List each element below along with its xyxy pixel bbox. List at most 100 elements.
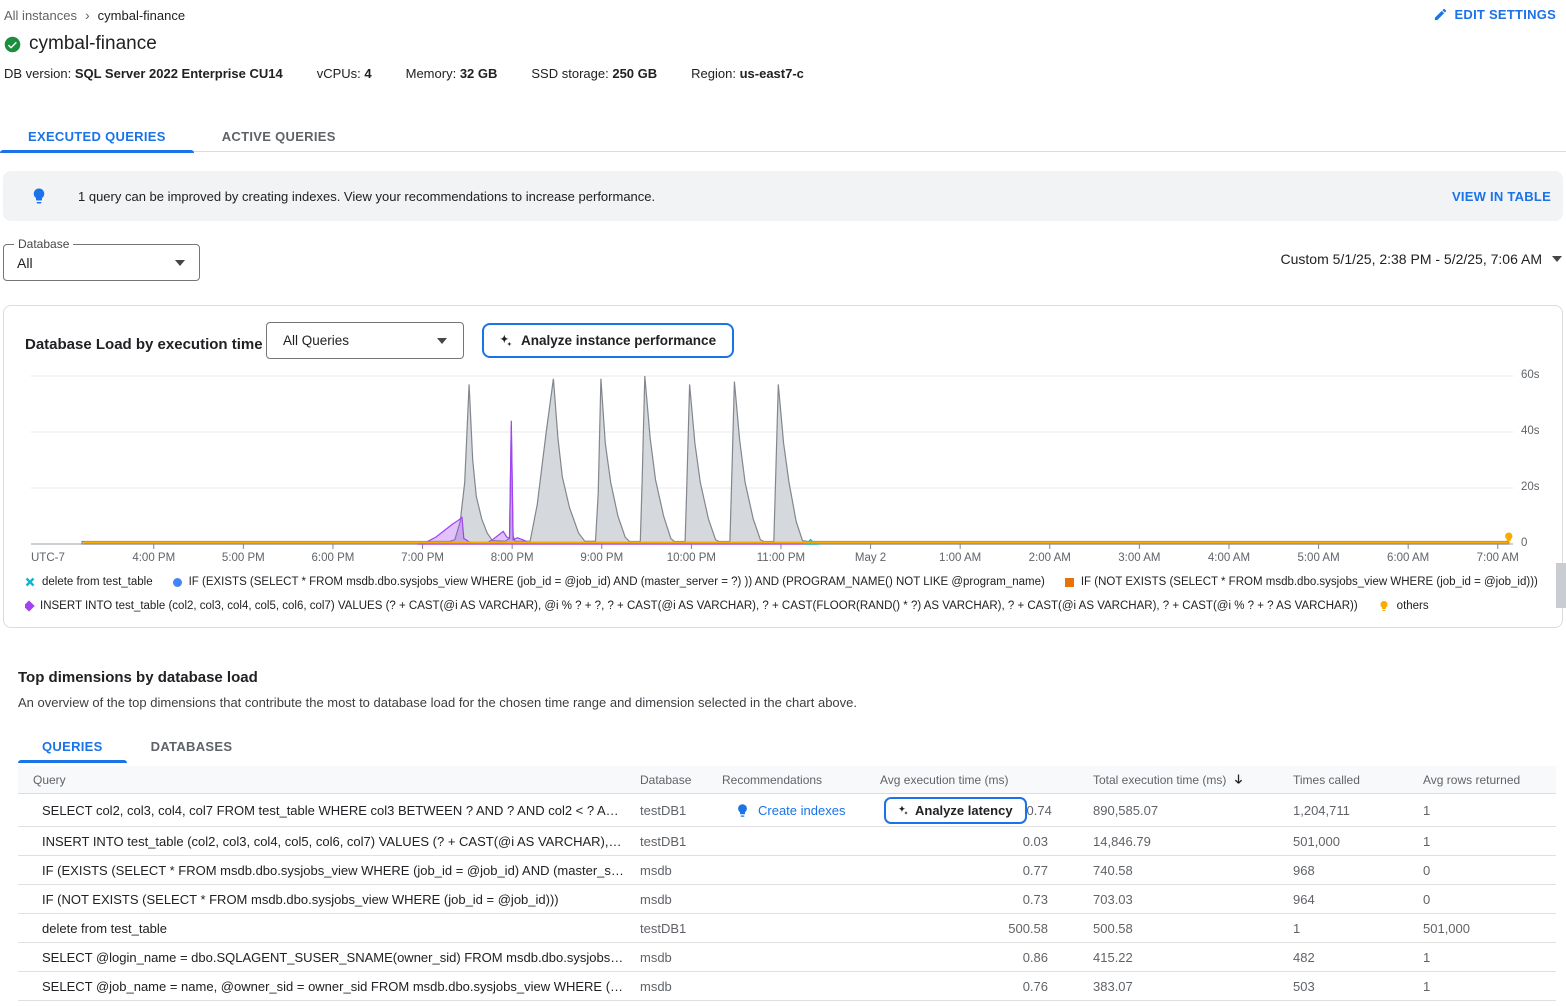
create-indexes-link[interactable]: Create indexes: [758, 803, 845, 818]
analyze-instance-performance-button[interactable]: Analyze instance performance: [482, 323, 734, 358]
legend-item-delete-from-test-table: delete from test_table: [25, 576, 153, 588]
breadcrumb-current: cymbal-finance: [98, 8, 185, 23]
chevron-down-icon: [175, 260, 185, 266]
database-cell: testDB1: [630, 834, 715, 849]
table-row[interactable]: INSERT INTO test_table (col2, col3, col4…: [18, 827, 1556, 856]
database-cell: msdb: [630, 863, 715, 878]
legend-item-insert-into: INSERT INTO test_table (col2, col3, col4…: [25, 600, 1358, 612]
recommendation-cell: Create indexes: [715, 803, 875, 818]
avg-rows-cell: 0: [1415, 863, 1556, 878]
status-healthy-icon: [4, 36, 21, 53]
times-called-cell: 1,204,711: [1285, 803, 1415, 818]
db-load-chart[interactable]: [31, 371, 1513, 557]
database-cell: msdb: [630, 892, 715, 907]
header-avg-execution-time[interactable]: Avg execution time (ms): [875, 773, 1060, 787]
query-cell: SELECT col2, col3, col4, col7 FROM test_…: [18, 803, 630, 818]
x-axis-label: UTC-7: [31, 552, 65, 564]
header-database[interactable]: Database: [630, 773, 715, 787]
lightbulb-icon: [735, 803, 750, 818]
edit-settings-label: EDIT SETTINGS: [1455, 7, 1556, 22]
detail-region: Region: us-east7-c: [691, 66, 804, 81]
x-axis-label: 7:00 PM: [401, 552, 444, 564]
edit-settings-button[interactable]: EDIT SETTINGS: [1433, 7, 1556, 22]
table-row[interactable]: IF (EXISTS (SELECT * FROM msdb.dbo.sysjo…: [18, 856, 1556, 885]
tab-active-queries[interactable]: ACTIVE QUERIES: [194, 120, 364, 152]
header-query[interactable]: Query: [18, 773, 630, 787]
y-axis-label: 60s: [1521, 369, 1540, 381]
database-filter-select[interactable]: Database All: [3, 244, 200, 281]
x-axis-label: 6:00 AM: [1387, 552, 1429, 564]
avg-value: 0.74: [1027, 803, 1052, 818]
header-total-execution-time[interactable]: Total execution time (ms): [1060, 772, 1285, 787]
instance-title-row: cymbal-finance: [4, 33, 157, 55]
avg-rows-cell: 1: [1415, 803, 1556, 818]
x-axis-labels: UTC-74:00 PM5:00 PM6:00 PM7:00 PM8:00 PM…: [4, 552, 1564, 566]
detail-db-version: DB version: SQL Server 2022 Enterprise C…: [4, 66, 283, 81]
avg-execution-cell: 500.58: [875, 921, 1060, 936]
x-axis-label: 2:00 AM: [1029, 552, 1071, 564]
y-axis-labels: 60s40s20s0: [1521, 371, 1561, 557]
detail-vcpus: vCPUs: 4: [317, 66, 372, 81]
times-called-cell: 503: [1285, 979, 1415, 994]
circle-marker-icon: [173, 578, 182, 587]
table-row[interactable]: delete from test_table testDB1 500.58 50…: [18, 914, 1556, 943]
table-row[interactable]: SELECT @job_name = name, @owner_sid = ow…: [18, 972, 1556, 1001]
x-axis-label: 11:00 PM: [757, 552, 805, 564]
total-execution-cell: 890,585.07: [1060, 803, 1285, 818]
table-row[interactable]: SELECT @login_name = dbo.SQLAGENT_SUSER_…: [18, 943, 1556, 972]
avg-rows-cell: 1: [1415, 979, 1556, 994]
analyze-latency-button[interactable]: Analyze latency: [884, 797, 1027, 824]
breadcrumb-all-instances[interactable]: All instances: [4, 8, 77, 23]
table-row[interactable]: IF (NOT EXISTS (SELECT * FROM msdb.dbo.s…: [18, 885, 1556, 914]
query-insights-page: All instances › cymbal-finance EDIT SETT…: [0, 0, 1566, 1006]
query-filter-select[interactable]: All Queries: [266, 322, 464, 359]
total-execution-cell: 740.58: [1060, 863, 1285, 878]
tab-queries[interactable]: QUERIES: [18, 731, 127, 762]
square-marker-icon: [1065, 578, 1074, 587]
table-header-row: Query Database Recommendations Avg execu…: [18, 766, 1556, 794]
tab-databases[interactable]: DATABASES: [127, 731, 257, 762]
times-called-cell: 482: [1285, 950, 1415, 965]
main-tabs: EXECUTED QUERIES ACTIVE QUERIES: [0, 120, 1566, 152]
times-called-cell: 968: [1285, 863, 1415, 878]
legend-item-others: others: [1378, 600, 1429, 612]
tab-executed-queries[interactable]: EXECUTED QUERIES: [0, 120, 194, 152]
instance-details: DB version: SQL Server 2022 Enterprise C…: [4, 66, 804, 81]
time-range-selector[interactable]: Custom 5/1/25, 2:38 PM - 5/2/25, 7:06 AM: [1281, 251, 1562, 267]
avg-rows-cell: 0: [1415, 892, 1556, 907]
detail-ssd: SSD storage: 250 GB: [531, 66, 657, 81]
detail-memory: Memory: 32 GB: [406, 66, 498, 81]
avg-execution-cell: 0.03: [875, 834, 1060, 849]
legend-item-if-exists: IF (EXISTS (SELECT * FROM msdb.dbo.sysjo…: [173, 576, 1045, 588]
page-scrollbar-thumb[interactable]: [1556, 563, 1566, 608]
table-row[interactable]: SELECT col2, col3, col4, col7 FROM test_…: [18, 794, 1556, 827]
database-cell: testDB1: [630, 803, 715, 818]
top-dimensions-title: Top dimensions by database load: [18, 669, 258, 686]
chevron-down-icon: [1552, 256, 1562, 262]
x-axis-label: 3:00 AM: [1118, 552, 1160, 564]
query-cell: SELECT @login_name = dbo.SQLAGENT_SUSER_…: [18, 950, 630, 965]
header-recommendations[interactable]: Recommendations: [715, 773, 875, 787]
y-axis-label: 0: [1521, 537, 1527, 549]
analyze-latency-label: Analyze latency: [915, 803, 1013, 818]
query-cell: IF (NOT EXISTS (SELECT * FROM msdb.dbo.s…: [18, 892, 630, 907]
database-cell: testDB1: [630, 921, 715, 936]
avg-execution-cell: 0.77: [875, 863, 1060, 878]
header-times-called[interactable]: Times called: [1285, 773, 1415, 787]
avg-execution-cell: Analyze latency 0.74: [875, 797, 1060, 824]
page-title: cymbal-finance: [29, 33, 157, 55]
analyze-instance-performance-label: Analyze instance performance: [521, 333, 716, 348]
sort-descending-icon: [1231, 772, 1246, 787]
x-marker-icon: [25, 577, 35, 587]
time-range-value: Custom 5/1/25, 2:38 PM - 5/2/25, 7:06 AM: [1281, 251, 1542, 267]
query-cell: SELECT @job_name = name, @owner_sid = ow…: [18, 979, 630, 994]
view-in-table-button[interactable]: VIEW IN TABLE: [1452, 189, 1551, 204]
header-avg-rows-returned[interactable]: Avg rows returned: [1415, 773, 1556, 787]
pencil-icon: [1433, 7, 1448, 22]
avg-rows-cell: 1: [1415, 834, 1556, 849]
x-axis-label: 5:00 AM: [1297, 552, 1339, 564]
lightbulb-marker-icon: [1378, 600, 1390, 612]
db-load-chart-svg: [31, 371, 1513, 557]
database-filter-label: Database: [14, 237, 73, 251]
query-cell: delete from test_table: [18, 921, 630, 936]
